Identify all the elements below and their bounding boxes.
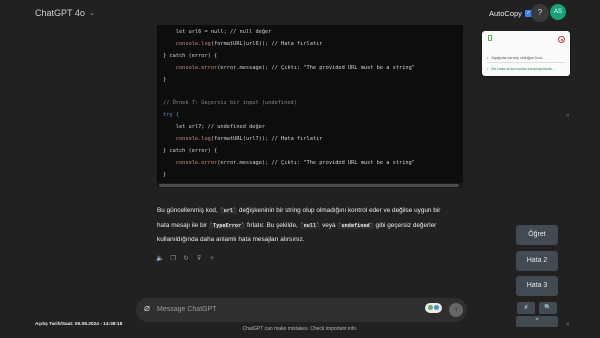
- code-text: .error: [198, 160, 218, 166]
- autocopy-toggle[interactable]: AutoCopy ✓: [489, 9, 532, 18]
- regenerate-icon[interactable]: ↻: [182, 254, 190, 262]
- extension-icon[interactable]: [425, 303, 442, 313]
- code-text: console: [163, 160, 199, 166]
- thumbs-down-icon[interactable]: ⊽: [195, 254, 203, 262]
- code-block: let url6 = null; // null değer console.l…: [157, 25, 463, 188]
- chevron-up-button[interactable]: ^: [516, 316, 558, 327]
- answer-text: kullanıldığında daha anlamlı hata mesajl…: [157, 236, 305, 243]
- code-text: .log: [198, 41, 211, 47]
- code-text: console: [163, 41, 199, 47]
- model-label: ChatGPT 4o: [35, 8, 85, 18]
- code-text: try {: [163, 112, 179, 118]
- clipboard-icon: [488, 35, 492, 41]
- answer-line: kullanıldığında daha anlamlı hata mesajl…: [157, 236, 467, 243]
- resize-handle-icon[interactable]: ×: [566, 322, 570, 328]
- scrollbar-thumb[interactable]: [159, 184, 459, 187]
- open-timestamp: Açılış Tarih/Saat: 05.08.2024 - 14:38:18: [35, 322, 123, 327]
- model-switch-icon[interactable]: ✧: [208, 254, 216, 262]
- paperclip-icon[interactable]: ⌀: [144, 303, 150, 314]
- popup-item[interactable]: • Bir hata durumunda karşılaşılacak...: [487, 66, 555, 71]
- code-line: // Örnek 7: Geçersiz bir input (undefine…: [163, 100, 297, 106]
- answer-text: veya: [320, 222, 338, 229]
- dot-icon: •: [487, 55, 489, 60]
- hash-button[interactable]: #: [517, 302, 535, 314]
- code-text: let url6 = null; // null değer: [163, 29, 272, 35]
- answer-text: Bu güncellenmiş kod,: [157, 207, 220, 214]
- dot-icon: •: [487, 66, 489, 71]
- code-text: (error.message); // Çıktı: "The provided…: [217, 160, 415, 166]
- model-selector[interactable]: ChatGPT 4o ⌄: [35, 8, 95, 18]
- code-text: .log: [198, 136, 211, 142]
- code-text: console: [163, 136, 199, 142]
- teach-button[interactable]: Öğret: [516, 225, 558, 245]
- inline-code: `null`: [299, 223, 321, 229]
- chatgpt-window: ChatGPT 4o ⌄ AutoCopy ✓ ? AS • Aşağıda v…: [0, 0, 600, 338]
- code-text: }: [163, 172, 167, 178]
- code-line: console.log(formatURL(url6)); // Hata fı…: [163, 41, 323, 47]
- search-icon[interactable]: 🔍: [539, 302, 557, 314]
- code-text: }: [163, 77, 167, 83]
- answer-text: değişkeninin bir string olup olmadığını …: [237, 207, 441, 214]
- code-text: (error.message); // Çıktı: "The provided…: [217, 65, 415, 71]
- inline-code: `undefined`: [337, 223, 374, 229]
- extension-popup: • Aşağıda vermiş olduğun kod... • Bir ha…: [482, 31, 570, 76]
- chevron-down-icon: ⌄: [88, 10, 95, 17]
- code-text: (formatURL(url6)); // Hata fırlatır: [210, 41, 323, 47]
- record-icon[interactable]: [558, 36, 565, 43]
- inline-code: `TypeError`: [208, 223, 246, 229]
- code-line: console.error(error.message); // Çıktı: …: [163, 160, 415, 166]
- speaker-icon[interactable]: 🔈: [156, 254, 164, 262]
- inline-code: `url`: [219, 208, 238, 214]
- code-line: console.log(formatURL(url7)); // Hata fı…: [163, 136, 323, 142]
- error3-button[interactable]: Hata 3: [516, 276, 558, 296]
- message-input[interactable]: Message ChatGPT: [157, 306, 217, 313]
- scroll-marker-icon: «: [566, 113, 570, 119]
- error2-button[interactable]: Hata 2: [516, 251, 558, 271]
- code-line: try {: [163, 112, 179, 118]
- code-text: .error: [198, 65, 218, 71]
- message-actions: 🔈 ❐ ↻ ⊽ ✧: [156, 254, 216, 262]
- popup-item[interactable]: • Aşağıda vermiş olduğun kod...: [487, 55, 545, 60]
- code-line: }: [163, 77, 166, 83]
- divider: [487, 62, 565, 63]
- answer-text: gibi geçersiz değerler: [373, 222, 437, 229]
- code-line: console.error(error.message); // Çıktı: …: [163, 65, 415, 71]
- answer-text: fırlatır. Bu şekilde,: [245, 222, 300, 229]
- code-text: let url7; // undefined değer: [163, 124, 266, 130]
- avatar[interactable]: AS: [550, 4, 566, 20]
- popup-item-label: Aşağıda vermiş olduğun kod...: [491, 55, 546, 60]
- code-line: } catch (error) {: [163, 148, 217, 154]
- code-scrollbar[interactable]: [157, 183, 463, 188]
- code-line: }: [163, 172, 166, 178]
- code-text: (formatURL(url7)); // Hata fırlatır: [210, 136, 323, 142]
- message-composer[interactable]: ⌀ Message ChatGPT ↑: [136, 298, 467, 322]
- code-text: } catch (error) {: [163, 53, 218, 59]
- code-line: } catch (error) {: [163, 53, 217, 59]
- answer-line: Bu güncellenmiş kod, `url` değişkeninin …: [157, 207, 467, 214]
- code-text: } catch (error) {: [163, 148, 218, 154]
- code-line: let url6 = null; // null değer: [163, 29, 272, 35]
- copy-icon[interactable]: ❐: [169, 254, 177, 262]
- popup-item-label: Bir hata durumunda karşılaşılacak...: [491, 66, 556, 71]
- code-text: console: [163, 65, 199, 71]
- answer-text: hata mesajı ile bir: [157, 222, 209, 229]
- help-button[interactable]: ?: [531, 4, 549, 22]
- code-line: let url7; // undefined değer: [163, 124, 265, 130]
- answer-line: hata mesajı ile bir `TypeError` fırlatır…: [157, 222, 467, 229]
- code-text: // Örnek 7: Geçersiz bir input (undefine…: [163, 100, 297, 106]
- send-button[interactable]: ↑: [449, 303, 463, 317]
- autocopy-label: AutoCopy: [489, 9, 522, 18]
